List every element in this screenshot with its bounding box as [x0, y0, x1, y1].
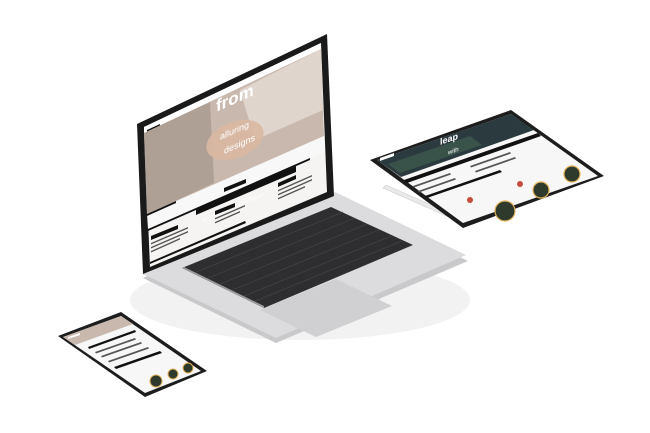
avatar[interactable] — [532, 181, 550, 199]
avatar[interactable] — [149, 374, 163, 388]
avatar[interactable] — [182, 362, 194, 374]
avatar[interactable] — [563, 165, 581, 183]
device-mockup-scene: from alluring designs How We Do It: Our … — [58, 34, 604, 397]
avatar[interactable] — [494, 200, 516, 222]
avatar[interactable] — [167, 368, 179, 380]
mockup-stage: from alluring designs How We Do It: Our … — [0, 0, 650, 433]
avatar-dot — [467, 197, 473, 203]
tablet: leap with — [370, 110, 604, 228]
avatar-dot — [517, 181, 523, 187]
